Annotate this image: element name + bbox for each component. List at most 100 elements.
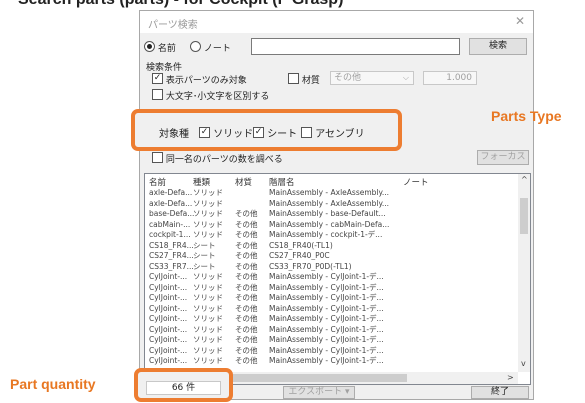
cell-hierarchy: MainAssembly - CylJoint-1-デ...	[269, 303, 384, 313]
result-count: 66 件	[146, 381, 221, 395]
scroll-up-icon[interactable]: ^	[521, 175, 528, 184]
cell-hierarchy: MainAssembly - AxleAssembly...	[269, 188, 390, 197]
cell-name: cockpit-1...	[149, 230, 191, 239]
table-row[interactable]: CS27_FR4... シート その他 CS27_FR40_P0C	[145, 251, 518, 260]
table-row[interactable]: CylJoint-... ソリッド その他 MainAssembly - CylJoi…	[145, 272, 518, 281]
material-checkbox[interactable]	[288, 73, 299, 84]
same-name-count-checkbox[interactable]	[152, 152, 163, 163]
assembly-checkbox[interactable]	[301, 127, 312, 138]
assembly-option[interactable]: アセンブリ	[301, 125, 365, 140]
scroll-down-icon[interactable]: v	[521, 359, 526, 368]
cell-hierarchy: CS18_FR40(-TL1)	[269, 240, 333, 250]
table-row[interactable]: CylJoint-... ソリッド その他 MainAssembly - CylJoi…	[145, 283, 518, 292]
cell-material: その他	[235, 272, 258, 281]
cell-name: CylJoint-...	[149, 272, 188, 281]
cell-name: CylJoint-...	[149, 356, 188, 365]
vertical-scrollbar[interactable]: ^ v	[518, 174, 530, 372]
cell-hierarchy: MainAssembly - CylJoint-1-デ...	[269, 293, 384, 302]
radio-name-option[interactable]: 名前	[144, 41, 176, 54]
table-row[interactable]: cockpit-1... ソリッド その他 MainAssembly - cockpi…	[145, 230, 518, 239]
cell-material: その他	[235, 240, 258, 250]
sheet-checkbox[interactable]	[253, 127, 264, 138]
radio-name[interactable]	[144, 41, 155, 52]
cell-name: CylJoint-...	[149, 314, 188, 323]
case-sensitive-option[interactable]: 大文字･小文字を区別する	[152, 89, 269, 102]
cell-material: その他	[235, 303, 258, 313]
table-row[interactable]: CylJoint-... ソリッド その他 MainAssembly - CylJoi…	[145, 304, 518, 313]
col-header-material[interactable]: 材質	[235, 176, 252, 188]
table-row[interactable]: CS33_FR7... シート その他 CS33_FR70_P0D(-TL1)	[145, 262, 518, 271]
parts-search-dialog: パーツ検索 ✕ 名前 ノート 検索 検索条件 表示パーツのみ対象 材質 その他 …	[131, 10, 534, 402]
table-row[interactable]: CylJoint-... ソリッド その他 MainAssembly - CylJoi…	[145, 293, 518, 302]
table-row[interactable]: CylJoint-... ソリッド その他 MainAssembly - CylJoi…	[145, 346, 518, 355]
table-row[interactable]: axle-Defa... ソリッド MainAssembly - AxleAssem…	[145, 199, 518, 208]
table-row[interactable]: axle-Defa... ソリッド MainAssembly - AxleAssem…	[145, 188, 518, 197]
cell-material: その他	[235, 219, 258, 229]
material-number-input[interactable]: 1.000	[423, 71, 477, 85]
cell-hierarchy: MainAssembly - CylJoint-1-デ...	[269, 314, 384, 323]
col-header-type[interactable]: 種類	[193, 176, 210, 188]
table-row[interactable]: cabMain-... ソリッド その他 MainAssembly - cabMain…	[145, 220, 518, 229]
radio-note[interactable]	[190, 41, 201, 52]
table-row[interactable]: CylJoint-... ソリッド その他 MainAssembly - CylJoi…	[145, 335, 518, 344]
cell-hierarchy: MainAssembly - AxleAssembly...	[269, 198, 390, 208]
solid-label: ソリッド	[213, 129, 254, 140]
solid-checkbox[interactable]	[199, 127, 210, 138]
cell-hierarchy: CS33_FR70_P0D(-TL1)	[269, 261, 352, 271]
cell-material: その他	[235, 314, 258, 323]
table-row[interactable]: base-Defa... ソリッド その他 MainAssembly - base-D…	[145, 209, 518, 218]
cell-type: ソリッド	[193, 230, 223, 239]
cell-hierarchy: MainAssembly - base-Default...	[269, 209, 386, 218]
search-input[interactable]	[251, 38, 460, 55]
cell-name: CS27_FR4...	[149, 251, 194, 260]
close-icon[interactable]: ✕	[515, 14, 525, 28]
material-select[interactable]: その他 ⌵	[330, 71, 414, 85]
cell-type: ソリッド	[193, 324, 223, 334]
radio-name-label: 名前	[157, 44, 176, 54]
cell-material: その他	[235, 345, 258, 355]
cell-type: ソリッド	[193, 198, 223, 208]
table-row[interactable]: CylJoint-... ソリッド その他 MainAssembly - CylJoi…	[145, 314, 518, 323]
cell-type: シート	[193, 251, 216, 260]
table-row[interactable]: CylJoint-... ソリッド その他 MainAssembly - CylJoi…	[145, 325, 518, 334]
material-select-value: その他	[334, 73, 362, 83]
case-sensitive-label: 大文字･小文字を区別する	[165, 92, 270, 102]
export-button[interactable]: エクスポート ▾	[283, 386, 355, 399]
col-header-hierarchy[interactable]: 階層名	[269, 176, 295, 188]
visible-only-checkbox[interactable]	[152, 73, 163, 84]
close-button[interactable]: 終了	[471, 386, 529, 399]
cell-material: その他	[235, 282, 258, 292]
cell-name: CylJoint-...	[149, 335, 188, 344]
table-row[interactable]: CS18_FR4... シート その他 CS18_FR40(-TL1)	[145, 241, 518, 250]
solid-option[interactable]: ソリッド	[199, 125, 253, 140]
table-row[interactable]: CylJoint-... ソリッド その他 MainAssembly - CylJoi…	[145, 356, 518, 365]
titlebar: パーツ検索 ✕	[140, 11, 533, 33]
vertical-scroll-thumb[interactable]	[520, 198, 528, 234]
focus-button[interactable]: フォーカス	[477, 150, 529, 165]
radio-note-option[interactable]: ノート	[190, 41, 231, 54]
scroll-right-icon[interactable]: >	[507, 373, 514, 382]
same-name-count-option[interactable]: 同一名のパーツの数を調べる	[152, 152, 283, 165]
cell-name: CylJoint-...	[149, 282, 188, 292]
cell-type: ソリッド	[193, 293, 223, 302]
cell-type: ソリッド	[193, 209, 223, 218]
sheet-label: シート	[267, 129, 298, 140]
material-option[interactable]: 材質	[288, 73, 320, 86]
results-list[interactable]: 名前 種類 材質 階層名 ノート axle-Defa... ソリッド MainAss…	[144, 173, 531, 385]
visible-only-option[interactable]: 表示パーツのみ対象	[152, 73, 247, 86]
case-sensitive-checkbox[interactable]	[152, 89, 163, 100]
cell-hierarchy: MainAssembly - CylJoint-1-デ...	[269, 335, 384, 344]
dialog-title: パーツ検索	[148, 20, 198, 31]
cell-material: その他	[235, 335, 258, 344]
cell-type: ソリッド	[193, 188, 223, 197]
same-name-count-label: 同一名のパーツの数を調べる	[165, 155, 283, 165]
cell-hierarchy: MainAssembly - CylJoint-1-デ...	[269, 324, 384, 334]
col-header-note[interactable]: ノート	[403, 176, 429, 188]
search-button[interactable]: 検索	[469, 38, 527, 55]
cell-material: その他	[235, 251, 258, 260]
cell-type: シート	[193, 261, 216, 271]
cell-name: CS18_FR4...	[149, 240, 194, 250]
sheet-option[interactable]: シート	[253, 125, 297, 140]
cell-hierarchy: MainAssembly - CylJoint-1-デ...	[269, 272, 384, 281]
col-header-name[interactable]: 名前	[149, 176, 166, 188]
